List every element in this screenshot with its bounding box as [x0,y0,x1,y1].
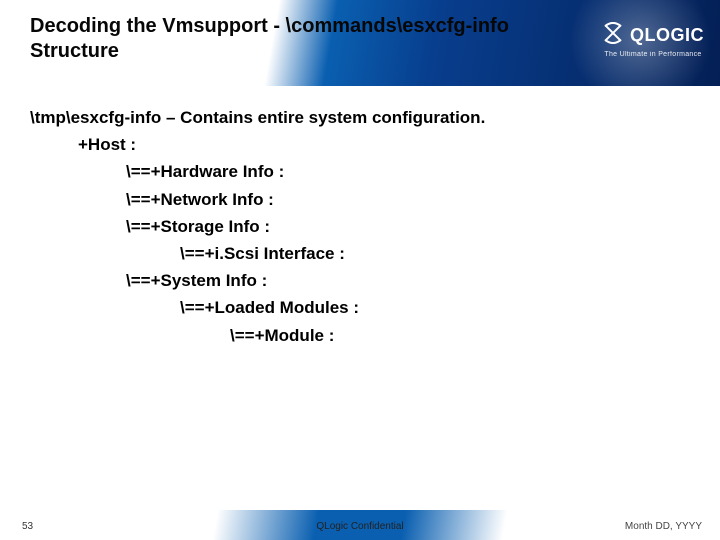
slide-title: Decoding the Vmsupport - \commands\esxcf… [30,14,550,64]
brand-tagline: The Ultimate in Performance [602,51,704,58]
slide: Decoding the Vmsupport - \commands\esxcf… [0,0,720,540]
text-line: \==+System Info : [30,267,485,294]
qlogic-mark-icon [602,22,624,49]
text-line: \==+Hardware Info : [30,158,485,185]
page-number: 53 [22,521,33,532]
text-line: \==+Loaded Modules : [30,294,485,321]
slide-header: Decoding the Vmsupport - \commands\esxcf… [0,0,720,86]
slide-body: \tmp\esxcfg-info – Contains entire syste… [30,104,485,349]
footer-date: Month DD, YYYY [625,521,702,532]
text-line: \==+i.Scsi Interface : [30,240,485,267]
brand-logo: QLOGIC The Ultimate in Performance [602,22,704,58]
text-line: \==+Storage Info : [30,213,485,240]
text-line: \==+Module : [30,322,485,349]
brand-name: QLOGIC [630,25,704,46]
text-line: \tmp\esxcfg-info – Contains entire syste… [30,104,485,131]
slide-footer: 53 QLogic Confidential Month DD, YYYY [0,510,720,540]
confidential-label: QLogic Confidential [316,521,403,532]
text-line: \==+Network Info : [30,186,485,213]
text-line: +Host : [30,131,485,158]
